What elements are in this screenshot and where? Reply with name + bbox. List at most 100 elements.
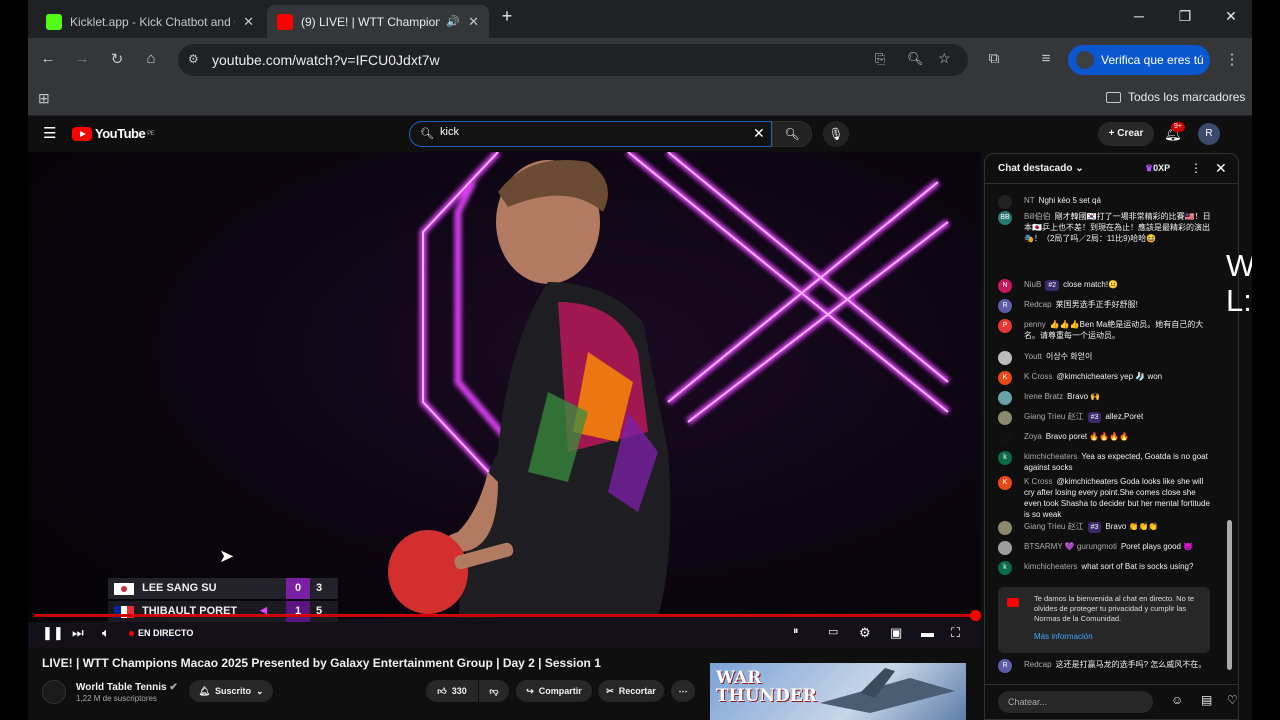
restore-button[interactable]: ❐ [1175, 8, 1195, 25]
chat-avatar[interactable] [998, 411, 1012, 425]
video-frame [28, 152, 981, 648]
chat-avatar[interactable]: N [998, 279, 1012, 293]
volume-icon[interactable]: 🔈︎ [102, 625, 110, 641]
chat-avatar[interactable]: R [998, 659, 1012, 673]
install-app-icon[interactable]: ⎘ [875, 51, 885, 67]
tab-youtube[interactable]: (9) LIVE! | WTT Champions M 🔊 ✕ [267, 5, 489, 38]
search-input[interactable] [440, 126, 740, 138]
dislike-button[interactable]: 👎︎ [479, 680, 509, 702]
next-icon[interactable]: ⏭ [72, 625, 84, 641]
live-badge[interactable]: EN DIRECTO [129, 628, 193, 638]
settings-gear-icon[interactable]: ⚙ [859, 625, 871, 641]
more-actions-button[interactable]: ⋯ [671, 680, 695, 702]
back-arrow-icon[interactable]: ← [38, 50, 58, 67]
chat-author[interactable]: kimchicheaters [1024, 562, 1077, 571]
emoji-icon[interactable]: ☺ [1171, 693, 1183, 707]
chat-author[interactable]: kimchicheaters [1024, 452, 1077, 461]
chat-author[interactable]: Giang Trieu 赵江 [1024, 412, 1084, 421]
chat-avatar[interactable]: R [998, 299, 1012, 313]
chat-author[interactable]: Zoya [1024, 432, 1042, 441]
all-bookmarks-button[interactable]: Todos los marcadores [1106, 90, 1245, 104]
channel-name[interactable]: World Table Tennis ✔ [76, 682, 178, 693]
channel-logo[interactable] [42, 680, 66, 704]
hamburger-menu-icon[interactable]: ☰ [43, 124, 56, 142]
chat-avatar[interactable] [998, 431, 1012, 445]
minimize-button[interactable]: ─ [1129, 8, 1149, 24]
clear-search-icon[interactable]: ✕ [753, 125, 765, 142]
chat-avatar[interactable] [998, 541, 1012, 555]
miniplayer-icon[interactable]: ▣ [890, 625, 902, 641]
chat-avatar[interactable] [998, 391, 1012, 405]
search-box[interactable]: 🔍︎ ✕ [409, 121, 772, 147]
create-button[interactable]: + Crear [1098, 122, 1154, 146]
close-tab-icon[interactable]: ✕ [468, 14, 479, 30]
chat-avatar[interactable]: k [998, 451, 1012, 465]
chat-author[interactable]: Irene Bratz [1024, 392, 1063, 401]
chat-avatar[interactable] [998, 195, 1012, 209]
home-icon[interactable]: ⌂ [141, 50, 161, 67]
pause-icon[interactable]: ❚❚ [42, 625, 64, 641]
chat-mode-dropdown[interactable]: Chat destacado ⌄ [998, 163, 1084, 174]
clip-button[interactable]: ✂ Recortar [598, 680, 664, 702]
chat-author[interactable]: Redcap [1024, 660, 1052, 669]
close-window-button[interactable]: ✕ [1221, 8, 1241, 25]
heart-icon[interactable]: ♡ [1227, 693, 1238, 707]
subtitles-icon[interactable]: ▭ [828, 625, 838, 638]
zoom-icon[interactable]: 🔍︎ [907, 51, 924, 67]
verify-profile-button[interactable]: Verifica que eres tú [1068, 45, 1210, 75]
bookmark-star-icon[interactable]: ☆ [938, 50, 951, 67]
chat-author[interactable]: Bill伯伯 [1024, 212, 1051, 221]
xp-badge[interactable]: ♛0XP [1145, 163, 1170, 174]
chat-author[interactable]: BTSARMY 💜 gurungmoti [1024, 542, 1117, 551]
address-bar[interactable]: ⚙ youtube.com/watch?v=IFCU0Jdxt7w ⎘ 🔍︎ ☆ [178, 44, 968, 76]
chat-scrollbar-thumb[interactable] [1227, 520, 1232, 670]
theater-mode-icon[interactable]: ▬ [921, 625, 934, 640]
chat-author[interactable]: K Cross [1024, 477, 1052, 486]
search-button[interactable]: 🔍︎ [772, 121, 812, 147]
extensions-icon[interactable]: ⧉ [984, 50, 1004, 67]
site-settings-icon[interactable]: ⚙ [188, 52, 199, 66]
ad-banner[interactable]: WAR THUNDER [710, 663, 966, 720]
chat-author[interactable]: NiuB [1024, 280, 1041, 289]
chat-avatar[interactable]: K [998, 371, 1012, 385]
chat-author[interactable]: NT [1024, 196, 1035, 205]
chat-author[interactable]: Giang Trieu 赵江 [1024, 522, 1084, 531]
chat-avatar[interactable]: P [998, 319, 1012, 333]
chat-input[interactable]: Chatear... [998, 691, 1153, 713]
chat-avatar[interactable]: K [998, 476, 1012, 490]
chat-avatar[interactable] [998, 351, 1012, 365]
new-tab-button[interactable]: + [497, 6, 517, 27]
close-tab-icon[interactable]: ✕ [243, 14, 254, 30]
voice-search-icon[interactable]: 🎙 [823, 121, 849, 147]
chat-avatar[interactable]: BB [998, 211, 1012, 225]
share-button[interactable]: ↪ Compartir [516, 680, 592, 702]
chat-author[interactable]: Youtt [1024, 352, 1042, 361]
forward-arrow-icon[interactable]: → [72, 50, 92, 67]
menu-kebab-icon[interactable]: ⋮ [1222, 50, 1242, 68]
chat-menu-icon[interactable]: ⋮ [1190, 161, 1202, 175]
like-button[interactable]: 👍︎ 330 [426, 680, 478, 702]
apps-grid-icon[interactable]: ⊞ [38, 90, 50, 107]
fullscreen-icon[interactable]: ⛶ [951, 625, 960, 641]
chat-author[interactable]: penny [1024, 320, 1046, 329]
youtube-logo[interactable]: YouTube PE [72, 126, 155, 141]
korea-flag-icon [114, 583, 134, 595]
speaker-icon[interactable]: 🔊 [446, 15, 460, 28]
media-controls-icon[interactable]: ≡ [1036, 50, 1056, 67]
subscribed-button[interactable]: 🔔︎ Suscrito ⌄ [189, 680, 273, 702]
super-chat-icon[interactable]: ▤ [1201, 693, 1212, 707]
chat-author[interactable]: K Cross [1024, 372, 1052, 381]
reload-icon[interactable]: ↻ [107, 50, 127, 68]
tab-kicklet[interactable]: Kicklet.app - Kick Chatbot and C ✕ [36, 5, 264, 38]
close-chat-icon[interactable]: ✕ [1215, 160, 1227, 177]
video-player[interactable]: LEE SANG SU 0 3 THIBAULT PORET ◀ 1 5 ➤ ❚… [28, 152, 981, 648]
more-info-link[interactable]: Más información [1034, 632, 1093, 642]
url-text[interactable]: youtube.com/watch?v=IFCU0Jdxt7w [212, 52, 440, 68]
chat-author[interactable]: Redcap [1024, 300, 1052, 309]
account-avatar[interactable]: R [1198, 123, 1220, 145]
chat-avatar[interactable] [998, 521, 1012, 535]
progress-bar[interactable] [34, 610, 981, 621]
autoplay-toggle-icon[interactable]: ⏸︎ [793, 625, 799, 638]
progress-scrubber[interactable] [970, 610, 981, 621]
chat-avatar[interactable]: k [998, 561, 1012, 575]
